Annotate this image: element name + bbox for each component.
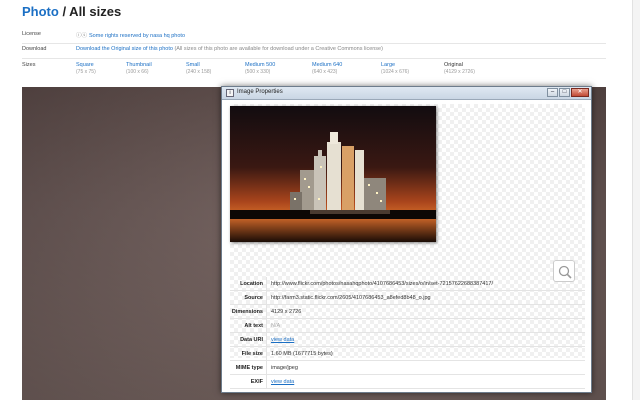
sizes-label: Sizes — [22, 62, 36, 68]
sizes-row: Sizes Square (75 x 75) Thumbnail (100 x 66… — [22, 59, 606, 84]
size-original: Original (4129 x 2726) — [444, 62, 504, 75]
size-list: Square (75 x 75) Thumbnail (100 x 66) Smal… — [76, 62, 504, 75]
dialog-titlebar[interactable]: i Image Properties – □ ✕ — [222, 87, 591, 100]
size-medium-500[interactable]: Medium 500 (500 x 330) — [245, 62, 312, 75]
property-row: Location http://www.flickr.com/photos/nas… — [230, 276, 585, 291]
file-size-value: 1.60 MB (1677715 bytes) — [266, 346, 585, 361]
property-row: File size 1.60 MB (1677715 bytes) — [230, 346, 585, 361]
download-original-link[interactable]: Download the Original size of this photo — [76, 46, 173, 52]
license-row: License ⓘⓢ Some rights reserved by nasa h… — [22, 29, 606, 44]
alt-text-value: N/A — [266, 318, 585, 333]
property-key: File size — [241, 350, 263, 357]
size-dim: (75 x 75) — [76, 69, 96, 75]
size-name[interactable]: Thumbnail — [126, 62, 186, 68]
size-medium-640[interactable]: Medium 640 (640 x 423) — [312, 62, 381, 75]
property-key: MIME type — [235, 364, 263, 371]
property-key: Source — [244, 294, 263, 301]
close-button[interactable]: ✕ — [571, 88, 589, 97]
download-note: (All sizes of this photo are available f… — [174, 46, 383, 52]
property-key: Data URI — [240, 336, 263, 343]
window-buttons: – □ ✕ — [546, 88, 589, 97]
page-title: Photo / All sizes — [22, 4, 121, 19]
property-row: Data URI view data — [230, 332, 585, 347]
download-row: Download Download the Original size of t… — [22, 44, 606, 59]
properties-table: Location http://www.flickr.com/photos/nas… — [230, 276, 585, 389]
dimensions-value: 4129 x 2726 — [266, 304, 585, 319]
size-square[interactable]: Square (75 x 75) — [76, 62, 126, 75]
size-thumbnail[interactable]: Thumbnail (100 x 66) — [126, 62, 186, 75]
license-value: ⓘⓢ Some rights reserved by nasa hq photo — [76, 31, 185, 39]
photo-link[interactable]: Photo — [22, 4, 59, 19]
info-table: License ⓘⓢ Some rights reserved by nasa h… — [22, 29, 606, 84]
maximize-button[interactable]: □ — [559, 88, 570, 97]
size-name[interactable]: Medium 500 — [245, 62, 312, 68]
size-dim: (4129 x 2726) — [444, 69, 475, 75]
property-row: Alt text N/A — [230, 318, 585, 333]
exif-link[interactable]: view data — [266, 374, 585, 389]
size-dim: (240 x 158) — [186, 69, 212, 75]
size-dim: (640 x 423) — [312, 69, 338, 75]
size-name: Original — [444, 62, 463, 68]
size-name[interactable]: Medium 640 — [312, 62, 381, 68]
property-row: EXIF view data — [230, 374, 585, 389]
data-uri-link[interactable]: view data — [266, 332, 585, 347]
size-dim: (500 x 330) — [245, 69, 271, 75]
minimize-button[interactable]: – — [547, 88, 558, 97]
size-large[interactable]: Large (1024 x 676) — [381, 62, 444, 75]
download-label: Download — [22, 46, 47, 52]
property-key: Alt text — [244, 322, 263, 329]
launch-pad-photo-graphic — [230, 106, 436, 242]
property-row: Source http://farm3.static.flickr.com/260… — [230, 290, 585, 305]
page-scrollbar[interactable] — [632, 0, 640, 400]
image-properties-dialog: i Image Properties – □ ✕ Location http:/… — [221, 86, 592, 393]
location-value: http://www.flickr.com/photos/nasahqphoto… — [266, 276, 585, 291]
property-row: Dimensions 4129 x 2726 — [230, 304, 585, 319]
info-icon: i — [226, 89, 234, 97]
property-key: Location — [240, 280, 263, 287]
size-name[interactable]: Square — [76, 62, 126, 68]
size-small[interactable]: Small (240 x 158) — [186, 62, 245, 75]
license-label: License — [22, 31, 41, 37]
size-name[interactable]: Small — [186, 62, 245, 68]
size-dim: (1024 x 676) — [381, 69, 410, 75]
creative-commons-icon: ⓘⓢ — [76, 33, 88, 39]
property-key: EXIF — [250, 378, 263, 385]
property-key: Dimensions — [231, 308, 263, 315]
property-row: MIME type image/jpeg — [230, 360, 585, 375]
download-value: Download the Original size of this photo… — [76, 46, 383, 52]
page-title-rest: / All sizes — [58, 4, 122, 19]
source-value: http://farm3.static.flickr.com/2605/4107… — [266, 290, 585, 305]
license-link[interactable]: Some rights reserved by nasa hq photo — [89, 33, 185, 39]
launch-pad-photo — [230, 106, 436, 242]
mime-type-value: image/jpeg — [266, 360, 585, 375]
size-name[interactable]: Large — [381, 62, 444, 68]
size-dim: (100 x 66) — [126, 69, 149, 75]
dialog-title: Image Properties — [237, 89, 283, 95]
